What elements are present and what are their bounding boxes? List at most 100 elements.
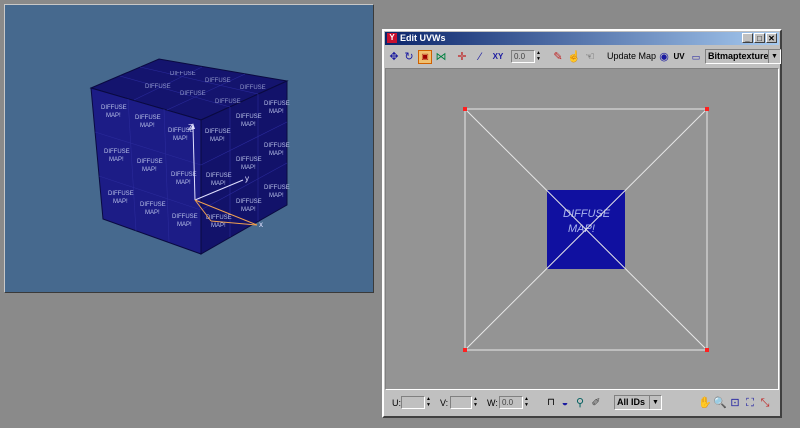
u-spinner-arrows[interactable]: ▲ ▼ — [426, 396, 432, 409]
minimize-button[interactable]: _ — [742, 33, 753, 43]
filter-icon[interactable]: ✐ — [589, 396, 603, 410]
cube-tile-text: DIFFUSE — [104, 149, 130, 155]
mirror-icon[interactable]: ⋈ — [434, 50, 448, 64]
w-spinner-arrows[interactable]: ▲ ▼ — [524, 396, 530, 409]
cube-tile-text: MAP! — [210, 137, 225, 143]
cube-tile-text: DIFFUSE — [108, 191, 134, 197]
lock-icon[interactable]: ☜ — [583, 50, 597, 64]
cube-tile-text: MAP! — [269, 193, 284, 199]
falloff-spinner-arrows[interactable]: ▲ ▼ — [536, 50, 542, 63]
v-spinner-arrows[interactable]: ▲ ▼ — [473, 396, 479, 409]
cube-tile-text: MAP! — [211, 181, 226, 187]
cube-tile-text: MAP! — [113, 199, 128, 205]
u-coordinate-field[interactable] — [401, 396, 425, 409]
display-icon[interactable]: ▭ — [689, 50, 703, 64]
cube-tile-text: MAP! — [176, 180, 191, 186]
hide-icon[interactable]: ◒ — [558, 396, 572, 410]
cube-tile-text: DIFFUSE — [101, 105, 127, 111]
zoom-region-icon[interactable]: ⊡ — [728, 396, 742, 410]
scale-icon[interactable]: ▣ — [418, 50, 432, 64]
cube-tile-text: DIFFUSE — [264, 101, 290, 107]
brush-icon[interactable]: ⁄ — [473, 50, 487, 64]
uv-vertex — [705, 348, 709, 352]
zoom-extents-icon[interactable]: ⛶ — [743, 396, 757, 410]
title-bar[interactable]: Y Edit UVWs _ □ ✕ — [385, 32, 779, 45]
snap-icon[interactable]: ☝ — [567, 50, 581, 64]
cube-tile-text: MAP! — [106, 113, 121, 119]
xy-icon[interactable]: XY — [489, 50, 507, 64]
pick-icon[interactable]: ✎ — [551, 50, 565, 64]
uv-editor-canvas[interactable]: DIFFUSE MAP! — [385, 68, 779, 390]
cube-tile-text: DIFFUSE — [180, 91, 206, 97]
window-title: Edit UVWs — [400, 33, 446, 43]
perspective-viewport[interactable]: DIFFUSE MAP! DIFFUSE MAP! DIFFUSE MAP! D… — [4, 4, 374, 293]
falloff-icon[interactable]: ✛ — [455, 50, 469, 64]
maximize-button[interactable]: □ — [754, 33, 765, 43]
cube-tile-text: MAP! — [145, 210, 160, 216]
cube-tile-text: DIFFUSE — [206, 173, 232, 179]
cube-tile-text: DIFFUSE — [172, 214, 198, 220]
uv-vertex — [463, 107, 467, 111]
cube-tile-text: DIFFUSE — [236, 114, 262, 120]
freeze-icon[interactable]: ⚲ — [573, 396, 587, 410]
pan-hand-icon[interactable]: ✋ — [698, 396, 712, 410]
cube-tile-text: MAP! — [177, 222, 192, 228]
chevron-down-icon: ▼ — [649, 396, 661, 409]
uv-vertex — [463, 348, 467, 352]
v-coordinate-field[interactable] — [450, 396, 472, 409]
cube-tile-text: DIFFUSE — [170, 71, 196, 77]
viewport-scene: DIFFUSE MAP! DIFFUSE MAP! DIFFUSE MAP! D… — [89, 58, 290, 255]
cube-tile-text: DIFFUSE — [205, 78, 231, 84]
w-coordinate-field[interactable]: 0.0 — [499, 396, 523, 409]
cube-tile-text: DIFFUSE — [236, 157, 262, 163]
bottom-toolbar: U: ▲ ▼ V: ▲ ▼ W: 0.0 ▲ ▼ ⊓ ◒ ⚲ ✐ All IDs ▼ … — [385, 393, 779, 413]
cube-tile-text: DIFFUSE — [215, 99, 241, 105]
uv-edges[interactable] — [464, 108, 708, 351]
cube-tile-text: DIFFUSE — [236, 199, 262, 205]
cube-tile-text: DIFFUSE — [135, 115, 161, 121]
cube-tile-text: MAP! — [142, 167, 157, 173]
cube-tile-text: DIFFUSE — [264, 185, 290, 191]
cube-tile-text: DIFFUSE — [145, 84, 171, 90]
checker-icon[interactable]: ◉ — [657, 50, 671, 64]
zoom-selected-icon[interactable]: ⤡ — [758, 396, 772, 410]
close-button[interactable]: ✕ — [766, 33, 777, 43]
move-icon[interactable]: ✥ — [387, 50, 401, 64]
lock-selection-icon[interactable]: ⊓ — [544, 396, 558, 410]
x-axis-label: x — [259, 220, 263, 229]
cube-tile-text: DIFFUSE — [264, 143, 290, 149]
cube-tile-text: MAP! — [211, 223, 226, 229]
uv-layout: DIFFUSE MAP! — [463, 107, 709, 352]
falloff-value-field[interactable]: 0.0 — [511, 50, 535, 63]
material-id-dropdown[interactable]: All IDs ▼ — [614, 395, 662, 410]
u-label: U: — [392, 398, 401, 408]
uv-mode-button[interactable]: UV — [671, 50, 687, 64]
cube-tile-text: MAP! — [173, 136, 188, 142]
z-axis-label: Z — [188, 123, 193, 132]
cube-tile-text: DIFFUSE — [205, 129, 231, 135]
cube-tile-text: MAP! — [269, 151, 284, 157]
texture-dropdown-value: Bitmaptexture — [708, 51, 769, 61]
rotate-icon[interactable]: ↻ — [402, 50, 416, 64]
cube-tile-text: MAP! — [241, 207, 256, 213]
cube-tile-text: DIFFUSE — [240, 85, 266, 91]
app-logo-icon: Y — [387, 33, 397, 43]
texture-dropdown[interactable]: Bitmaptexture ▼ — [705, 49, 781, 64]
w-label: W: — [487, 398, 498, 408]
cube-tile-text: MAP! — [269, 109, 284, 115]
update-map-button[interactable]: Update Map — [607, 51, 656, 61]
zoom-icon[interactable]: 🔍 — [713, 396, 727, 410]
cube-tile-text: DIFFUSE — [171, 172, 197, 178]
top-toolbar: ✥ ↻ ▣ ⋈ ✛ ⁄ XY 0.0 ▲ ▼ ✎ ☝ ☜ Update Map ◉… — [385, 47, 781, 67]
cube-tile-text: MAP! — [140, 123, 155, 129]
y-axis-label: y — [245, 174, 249, 183]
v-label: V: — [440, 398, 449, 408]
cube-tile-text: MAP! — [109, 157, 124, 163]
cube-tile-text: MAP! — [241, 122, 256, 128]
edit-uvws-window: Y Edit UVWs _ □ ✕ ✥ ↻ ▣ ⋈ ✛ ⁄ XY 0.0 ▲ ▼ … — [382, 29, 782, 418]
cube-tile-text: MAP! — [241, 165, 256, 171]
chevron-down-icon: ▼ — [768, 50, 780, 63]
cube-tile-text: DIFFUSE — [140, 202, 166, 208]
uv-vertex — [705, 107, 709, 111]
material-id-value: All IDs — [617, 397, 646, 407]
